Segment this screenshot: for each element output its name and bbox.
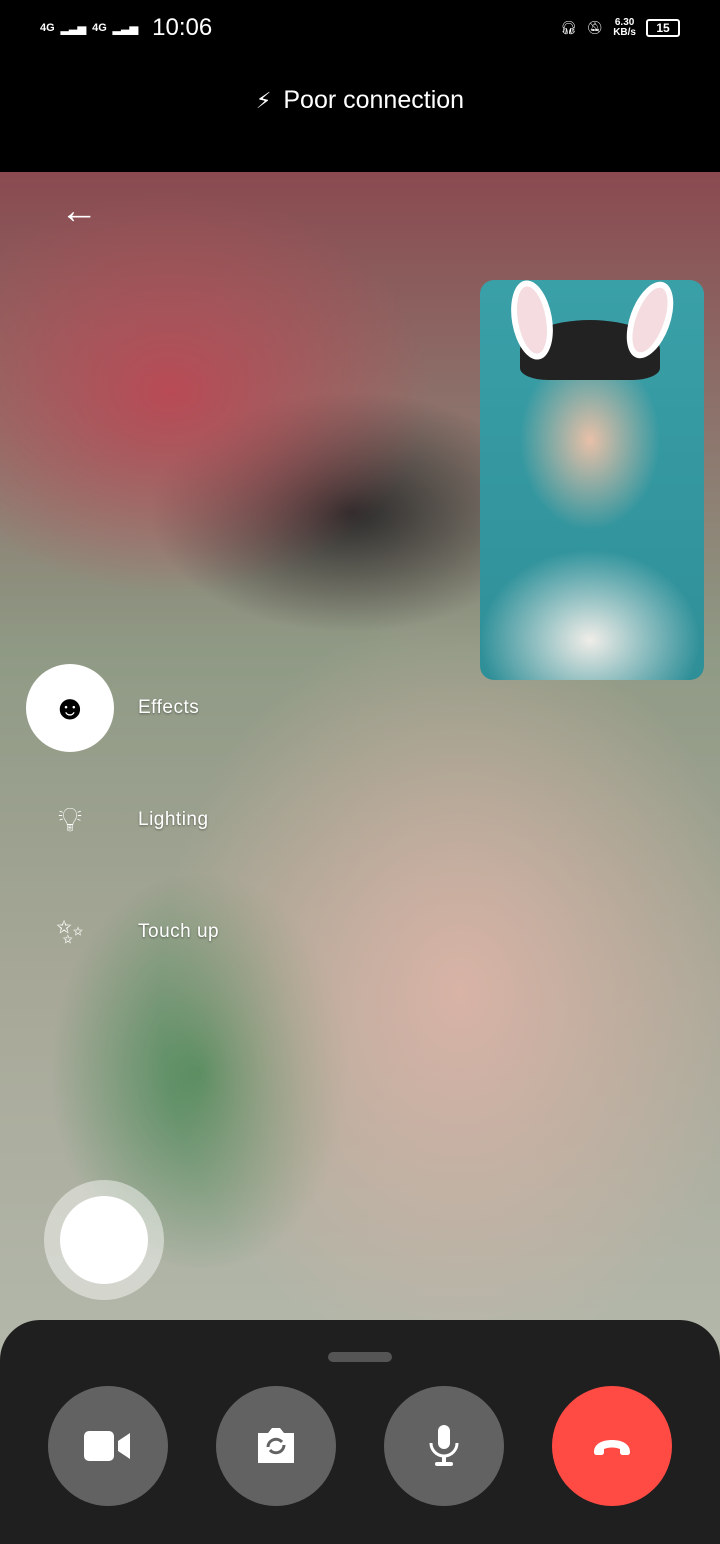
tool-touch-up[interactable]: ✨︎ Touch up [26,888,219,976]
tool-label: Touch up [138,921,220,942]
mute-button[interactable] [384,1386,504,1506]
connection-text: Poor connection [283,86,465,114]
lightbulb-icon: 💡︎ [58,800,82,839]
flip-camera-button[interactable] [216,1386,336,1506]
phone-hangup-icon [594,1440,630,1455]
call-controls-sheet [0,1320,720,1544]
video-toggle-button[interactable] [48,1386,168,1506]
end-call-button[interactable] [552,1386,672,1506]
arrow-left-icon: ← [60,190,98,232]
video-camera-icon [84,1431,130,1461]
smiley-sparkle-icon: ☻ [26,664,114,752]
flip-camera-icon [258,1428,294,1463]
capture-button[interactable] [44,1180,164,1300]
clock: 10:06 [152,14,213,41]
tool-label: Lighting [138,809,209,830]
battery-icon: 15 [646,19,680,37]
bell-off-icon: 🔕︎ [586,20,604,35]
tool-lighting[interactable]: 💡︎ Lighting [26,776,209,864]
headphones-icon: 🎧︎ [560,20,577,35]
connection-banner: ⚡︎ Poor connection [0,86,720,115]
signal-bars-icon: ▂▃▅ [60,22,87,35]
wifi-off-icon: ⚡︎ [255,87,272,113]
drag-handle[interactable] [328,1352,392,1362]
status-bar: 4G ▂▃▅ 4G ▂▃▅ 10:06 🎧︎ 🔕︎ 6.30 KB/s 15 [0,0,720,56]
magic-wand-icon: ✨︎ [56,912,84,951]
net-speed: 6.30 KB/s [613,17,636,38]
back-button[interactable]: ← [60,190,98,233]
tool-label: Effects [138,697,200,718]
signal-1: 4G [40,22,55,34]
tool-effects[interactable]: ☻ Effects [26,664,199,752]
self-video-preview[interactable] [480,280,704,680]
capture-inner [60,1196,148,1284]
signal-bars-icon: ▂▃▅ [112,22,139,35]
microphone-icon [429,1425,459,1466]
signal-2: 4G [92,22,107,34]
